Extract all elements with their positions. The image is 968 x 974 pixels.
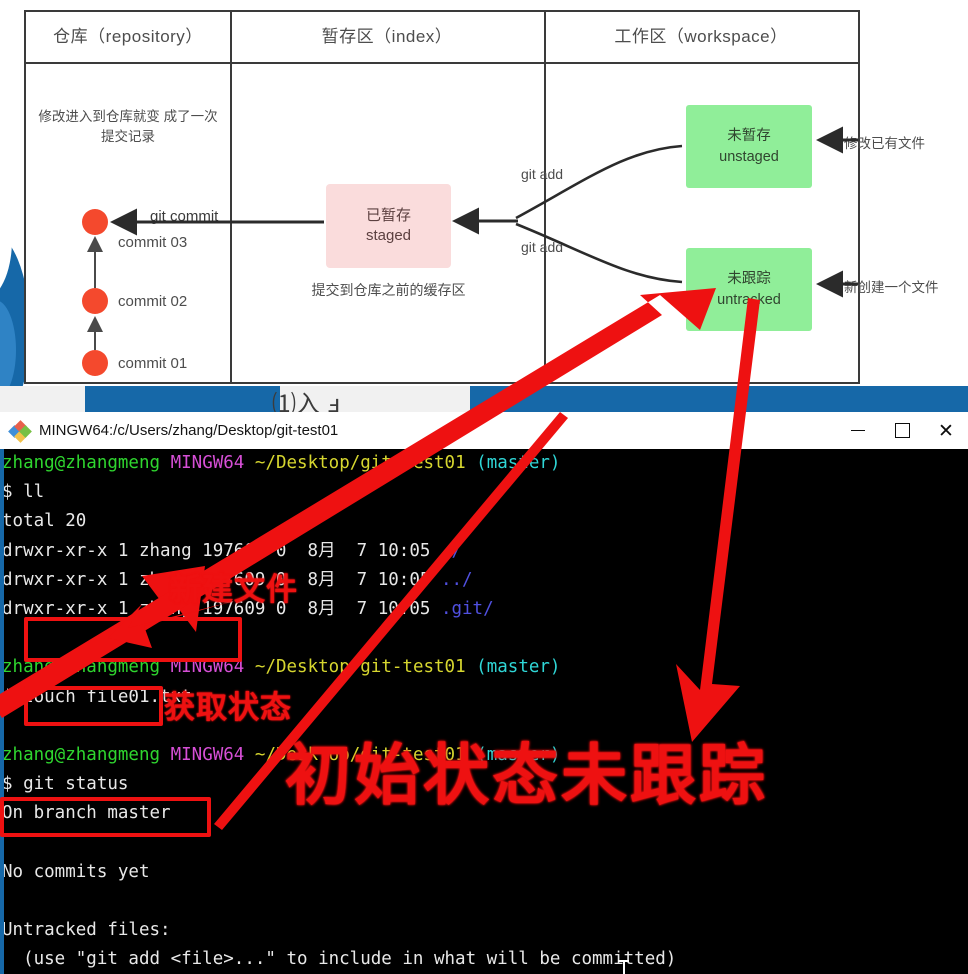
- ls-entry-name: ./: [440, 540, 463, 561]
- side-label-create-new: 新创建一个文件: [844, 280, 939, 295]
- git-areas-diagram: 仓库（repository） 暂存区（index） 工作区（workspace）…: [24, 10, 939, 384]
- prompt-user: zhang@zhangmeng: [2, 453, 161, 473]
- staged-note: 提交到仓库之前的缓存区: [311, 282, 466, 298]
- terminal-output-line: Untracked files:: [2, 920, 171, 941]
- commit-dot-01: [82, 350, 108, 376]
- prompt-branch: (master): [476, 745, 561, 765]
- terminal-command-line: $ touch file01.txt: [2, 686, 192, 707]
- column-header-repository: 仓库（repository）: [53, 27, 203, 46]
- column-divider-2: [544, 12, 546, 382]
- ribbon-segment-1: [85, 386, 280, 412]
- column-divider-1: [230, 12, 232, 382]
- side-label-modify-existing: 修改已有文件: [844, 136, 925, 151]
- commit-label-01: commit 01: [118, 355, 188, 372]
- terminal-command-line: $ git status: [2, 774, 129, 795]
- prompt-path: ~/Desktop/git-test01: [254, 453, 466, 473]
- column-header-workspace: 工作区（workspace）: [614, 27, 788, 46]
- terminal-titlebar[interactable]: MINGW64:/c/Users/zhang/Desktop/git-test0…: [0, 412, 968, 449]
- edge-label-git-add-bottom: git add: [521, 239, 564, 255]
- unstaged-box: 未暂存 unstaged: [686, 105, 812, 188]
- commit-dot-03: [82, 209, 108, 235]
- unstaged-box-cn: 未暂存: [727, 128, 771, 145]
- untracked-box: 未跟踪 untracked: [686, 248, 812, 331]
- terminal-title: MINGW64:/c/Users/zhang/Desktop/git-test0…: [39, 422, 339, 439]
- prompt-shell: MINGW64: [170, 745, 245, 765]
- untracked-box-en: untracked: [717, 291, 781, 308]
- window-controls[interactable]: ✕: [836, 412, 968, 449]
- terminal-left-accent: [0, 449, 4, 974]
- commit-label-03: commit 03: [118, 234, 188, 251]
- prompt-shell: MINGW64: [170, 453, 245, 473]
- prompt-shell: MINGW64: [170, 657, 245, 678]
- edge-label-git-add-top: git add: [521, 166, 564, 182]
- repository-note: 修改进入到仓库就变 成了一次提交记录: [38, 109, 218, 144]
- prompt-user: zhang@zhangmeng: [2, 657, 161, 678]
- text-cursor-icon: [618, 960, 629, 974]
- terminal-ls-entry: drwxr-xr-x 1 zhang 197609 0 8月 7 10:05 .…: [2, 599, 494, 619]
- slide-region: 仓库（repository） 暂存区（index） 工作区（workspace）…: [0, 0, 968, 420]
- ls-entry-name: .git/: [440, 599, 494, 619]
- terminal-output-line: (use "git add <file>..." to include in w…: [2, 949, 677, 970]
- terminal-output-line: No commits yet: [2, 861, 150, 882]
- prompt-path: ~/Desktop/git-test01: [254, 745, 466, 765]
- prompt-user: zhang@zhangmeng: [2, 745, 161, 765]
- terminal-command-line: $ ll: [2, 482, 45, 503]
- terminal-ls-entry: drwxr-xr-x 1 zhang 197609 0 8月 7 10:05 .…: [2, 569, 473, 590]
- untracked-box-cn: 未跟踪: [727, 271, 771, 288]
- ribbon-segment-2: [470, 386, 968, 412]
- ls-entry-name: ../: [440, 569, 473, 590]
- close-button[interactable]: ✕: [924, 412, 968, 449]
- mingw64-terminal-window[interactable]: MINGW64:/c/Users/zhang/Desktop/git-test0…: [0, 412, 968, 974]
- terminal-prompt-line: zhang@zhangmeng MINGW64 ~/Desktop/git-te…: [2, 449, 560, 478]
- maximize-button[interactable]: [880, 412, 924, 449]
- minimize-button[interactable]: [836, 412, 880, 449]
- staged-box-cn: 已暂存: [365, 206, 411, 224]
- column-header-index: 暂存区（index）: [321, 27, 453, 46]
- unstaged-box-en: unstaged: [719, 148, 779, 165]
- staged-box-en: staged: [365, 227, 412, 244]
- terminal-prompt-line: zhang@zhangmeng MINGW64 ~/Desktop/git-te…: [2, 741, 560, 770]
- prompt-branch: (master): [476, 453, 561, 473]
- edge-label-git-commit: git commit: [148, 208, 221, 225]
- diagram-header-row: 仓库（repository） 暂存区（index） 工作区（workspace）: [26, 12, 858, 64]
- terminal-prompt-line: zhang@zhangmeng MINGW64 ~/Desktop/git-te…: [2, 653, 560, 682]
- prompt-branch: (master): [476, 657, 561, 678]
- prompt-path: ~/Desktop/git-test01: [254, 657, 466, 678]
- commit-dot-02: [82, 288, 108, 314]
- terminal-output-line: total 20: [2, 511, 87, 532]
- mingw-diamond-icon: [8, 419, 32, 443]
- staged-box: 已暂存 staged: [326, 184, 451, 268]
- powerpoint-ribbon-strip: ⑴入 ⅎ: [0, 386, 968, 418]
- terminal-ls-entry: drwxr-xr-x 1 zhang 197609 0 8月 7 10:05 .…: [2, 540, 463, 561]
- commit-label-02: commit 02: [118, 293, 188, 310]
- terminal-output-area[interactable]: zhang@zhangmeng MINGW64 ~/Desktop/git-te…: [0, 449, 968, 974]
- terminal-output-line: On branch master: [2, 803, 171, 824]
